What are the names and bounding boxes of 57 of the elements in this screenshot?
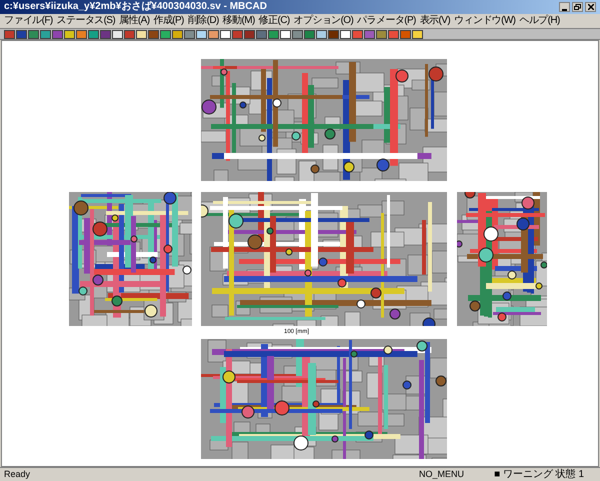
color-swatch[interactable] xyxy=(268,30,279,38)
menu-item[interactable]: 移動(M) xyxy=(222,16,255,26)
color-swatch[interactable] xyxy=(388,30,399,38)
color-swatch[interactable] xyxy=(316,30,327,38)
menu-item[interactable]: 作成(P) xyxy=(153,16,184,26)
menu-item[interactable]: 修正(C) xyxy=(258,16,290,26)
color-swatch[interactable] xyxy=(412,30,423,38)
color-swatch[interactable] xyxy=(364,30,375,38)
restore-button[interactable] xyxy=(572,2,583,12)
color-swatch[interactable] xyxy=(400,30,411,38)
status-warning: ■ ワーニング 状態 1 xyxy=(494,470,584,480)
menu-item[interactable]: ヘルプ(H) xyxy=(519,16,560,26)
color-swatch[interactable] xyxy=(124,30,135,38)
color-swatch[interactable] xyxy=(352,30,363,38)
color-swatch[interactable] xyxy=(304,30,315,38)
menu-item[interactable]: オプション(O) xyxy=(294,16,354,26)
color-swatch[interactable] xyxy=(244,30,255,38)
color-swatch[interactable] xyxy=(64,30,75,38)
color-swatch[interactable] xyxy=(220,30,231,38)
menu-item[interactable]: 削除(D) xyxy=(188,16,219,26)
color-swatch[interactable] xyxy=(184,30,195,38)
menu-item[interactable]: 属性(A) xyxy=(119,16,150,26)
color-swatch[interactable] xyxy=(40,30,51,38)
close-button[interactable] xyxy=(585,2,596,12)
color-swatch[interactable] xyxy=(76,30,87,38)
menu-item[interactable]: 表示(V) xyxy=(420,16,450,26)
status-mode: NO_MENU xyxy=(419,470,464,479)
minimize-icon xyxy=(562,9,567,11)
color-swatch[interactable] xyxy=(16,30,27,38)
color-swatch[interactable] xyxy=(100,30,111,38)
color-swatch[interactable] xyxy=(28,30,39,38)
window-title: c:¥users¥iizuka_y¥2mb¥おさば¥400304030.sv - MBCAD xyxy=(4,2,267,12)
menu-item[interactable]: ステータス(S) xyxy=(56,16,116,26)
color-swatch[interactable] xyxy=(4,30,15,38)
color-swatch[interactable] xyxy=(256,30,267,38)
close-icon xyxy=(588,4,594,10)
color-swatch[interactable] xyxy=(88,30,99,38)
status-message: Ready xyxy=(4,470,30,479)
menu-item[interactable]: ウィンドウ(W) xyxy=(454,16,516,26)
color-swatch[interactable] xyxy=(160,30,171,38)
color-swatch[interactable] xyxy=(172,30,183,38)
color-swatch[interactable] xyxy=(232,30,243,38)
color-swatch[interactable] xyxy=(196,30,207,38)
menu-item[interactable]: ファイル(F) xyxy=(4,16,53,26)
color-swatch[interactable] xyxy=(112,30,123,38)
restore-icon xyxy=(574,4,581,10)
color-swatch[interactable] xyxy=(52,30,63,38)
color-swatch[interactable] xyxy=(328,30,339,38)
color-swatch[interactable] xyxy=(292,30,303,38)
color-swatch[interactable] xyxy=(280,30,291,38)
color-swatch[interactable] xyxy=(376,30,387,38)
color-swatch[interactable] xyxy=(208,30,219,38)
color-swatch[interactable] xyxy=(136,30,147,38)
color-swatch[interactable] xyxy=(148,30,159,38)
minimize-button[interactable] xyxy=(559,2,570,12)
menu-item[interactable]: パラメータ(P) xyxy=(357,16,416,26)
color-swatch[interactable] xyxy=(340,30,351,38)
